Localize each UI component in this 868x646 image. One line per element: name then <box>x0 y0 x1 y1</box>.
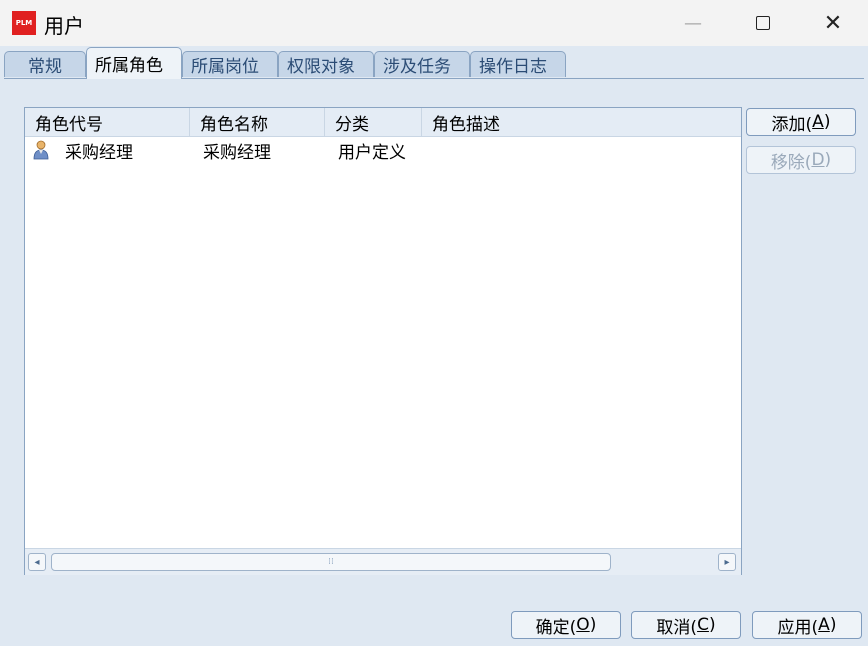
cancel-button-suffix: ) <box>708 615 716 635</box>
tab-content-panel: 角色代号 角色名称 分类 角色描述 采购经理 采购经理 用户定义 ◂ ⁞⁞ ▸ <box>4 78 864 599</box>
title-bar: PLM 用户 — ✕ <box>0 0 868 46</box>
roles-table: 角色代号 角色名称 分类 角色描述 采购经理 采购经理 用户定义 ◂ ⁞⁞ ▸ <box>24 107 742 575</box>
cell-role-name: 采购经理 <box>203 142 271 163</box>
apply-button-hotkey: A <box>818 615 830 635</box>
column-header-role-description[interactable]: 角色描述 <box>422 108 741 136</box>
apply-button-label: 应用( <box>777 617 819 638</box>
remove-button-suffix: ) <box>824 150 832 170</box>
column-header-category[interactable]: 分类 <box>325 108 422 136</box>
plm-app-icon: PLM <box>12 11 36 35</box>
window-title: 用户 <box>44 14 84 38</box>
add-button-hotkey: A <box>812 112 824 132</box>
remove-button-label: 移除( <box>770 152 812 173</box>
remove-button-hotkey: D <box>811 150 825 170</box>
cancel-button[interactable]: 取消(C) <box>631 611 741 639</box>
scroll-thumb[interactable]: ⁞⁞ <box>51 553 611 571</box>
user-role-icon <box>33 140 49 160</box>
ok-button-hotkey: O <box>576 615 590 635</box>
maximize-button[interactable] <box>740 0 786 46</box>
cell-role-code: 采购经理 <box>65 142 133 163</box>
tab-related-tasks[interactable]: 涉及任务 <box>374 51 470 77</box>
scroll-left-icon[interactable]: ◂ <box>28 553 46 571</box>
cancel-button-hotkey: C <box>697 615 709 635</box>
horizontal-scrollbar[interactable]: ◂ ⁞⁞ ▸ <box>25 548 741 575</box>
add-button-suffix: ) <box>823 112 831 132</box>
table-header: 角色代号 角色名称 分类 角色描述 <box>25 108 741 137</box>
column-header-role-name[interactable]: 角色名称 <box>190 108 325 136</box>
tab-general[interactable]: 常规 <box>4 51 86 77</box>
tab-positions[interactable]: 所属岗位 <box>182 51 278 77</box>
add-button-label: 添加( <box>771 114 813 135</box>
maximize-icon <box>756 16 770 30</box>
remove-button[interactable]: 移除(D) <box>746 146 856 174</box>
minimize-button[interactable]: — <box>670 0 716 46</box>
table-row[interactable]: 采购经理 采购经理 用户定义 <box>25 136 741 164</box>
cell-category: 用户定义 <box>338 142 406 163</box>
tab-operation-log[interactable]: 操作日志 <box>470 51 566 77</box>
apply-button-suffix: ) <box>829 615 837 635</box>
ok-button-suffix: ) <box>589 615 597 635</box>
column-header-role-code[interactable]: 角色代号 <box>25 108 190 136</box>
close-button[interactable]: ✕ <box>810 0 856 46</box>
tab-permission-objects[interactable]: 权限对象 <box>278 51 374 77</box>
cancel-button-label: 取消( <box>656 617 698 638</box>
apply-button[interactable]: 应用(A) <box>752 611 862 639</box>
scroll-right-icon[interactable]: ▸ <box>718 553 736 571</box>
add-button[interactable]: 添加(A) <box>746 108 856 136</box>
ok-button-label: 确定( <box>535 617 577 638</box>
ok-button[interactable]: 确定(O) <box>511 611 621 639</box>
tab-roles[interactable]: 所属角色 <box>86 47 182 79</box>
